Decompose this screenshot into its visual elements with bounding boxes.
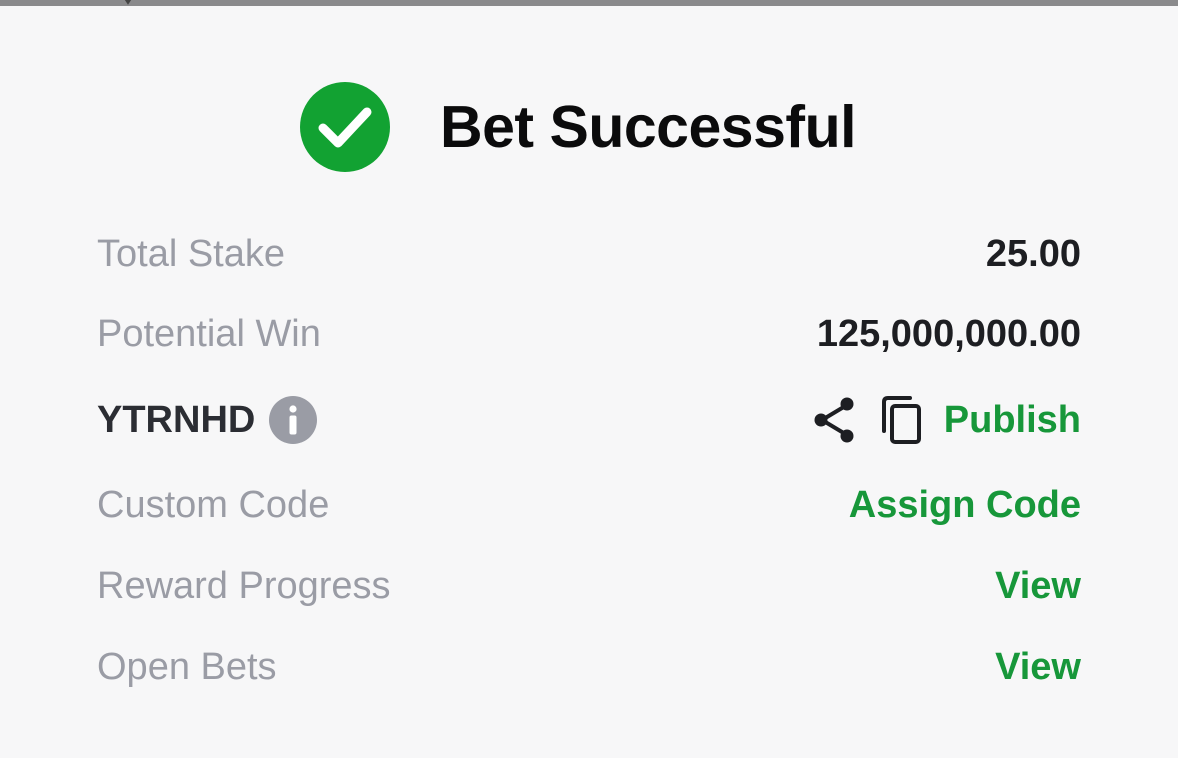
reward-progress-label: Reward Progress: [97, 564, 391, 607]
potential-win-row: Potential Win 125,000,000.00: [97, 304, 1081, 364]
total-stake-value: 25.00: [985, 232, 1081, 275]
assign-code-button[interactable]: Assign Code: [849, 484, 1081, 527]
potential-win-value: 125,000,000.00: [816, 312, 1081, 355]
open-bets-row: Open Bets View: [97, 637, 1081, 697]
share-icon[interactable]: [812, 395, 858, 445]
booking-code-row: YTRNHD Publish: [97, 390, 1081, 450]
success-header: Bet Successful: [300, 79, 857, 175]
booking-code: YTRNHD: [97, 398, 256, 441]
copy-icon[interactable]: [880, 395, 924, 445]
info-icon[interactable]: [269, 396, 318, 444]
custom-code-row: Custom Code Assign Code: [97, 475, 1081, 535]
booking-code-group: YTRNHD: [97, 396, 318, 444]
open-bets-view-link[interactable]: View: [995, 646, 1081, 689]
reward-progress-row: Reward Progress View: [97, 556, 1081, 616]
custom-code-label: Custom Code: [97, 483, 330, 526]
booking-actions: Publish: [812, 395, 1081, 445]
bet-success-panel: Bet Successful Total Stake 25.00 Potenti…: [0, 6, 1178, 758]
open-bets-label: Open Bets: [97, 645, 277, 688]
check-circle-icon: [300, 82, 390, 172]
total-stake-row: Total Stake 25.00: [97, 224, 1081, 284]
total-stake-label: Total Stake: [97, 232, 285, 275]
publish-button[interactable]: Publish: [944, 399, 1081, 442]
reward-progress-view-link[interactable]: View: [995, 565, 1081, 608]
potential-win-label: Potential Win: [97, 312, 321, 355]
page-title: Bet Successful: [440, 94, 857, 160]
